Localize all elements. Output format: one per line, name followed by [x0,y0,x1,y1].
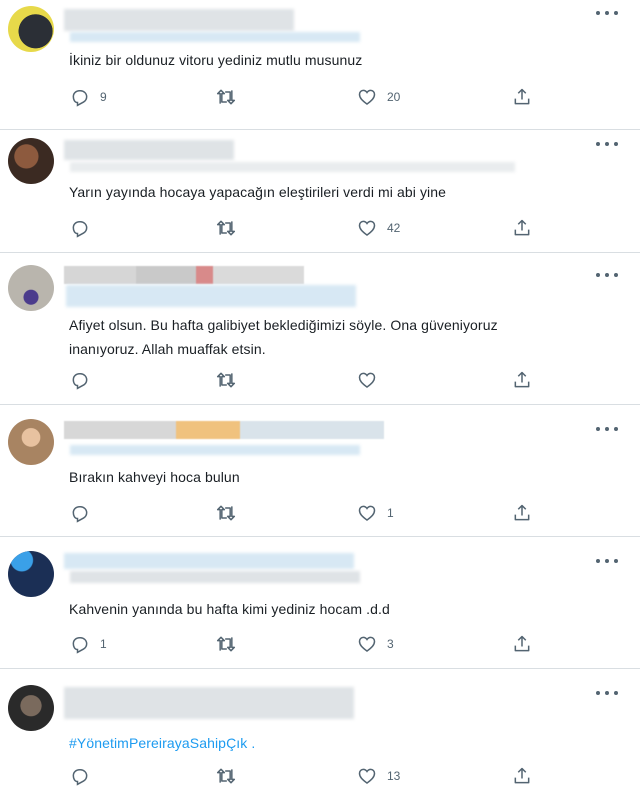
share-icon [514,767,530,784]
tweet-actions: 9 20 [70,86,540,108]
share-button[interactable] [512,765,532,787]
username-blurred [64,140,234,160]
tweet-text: Bırakın kahveyi hoca bulun [69,469,240,485]
reply-count: 1 [100,637,107,651]
retweet-icon [216,505,236,521]
share-icon [514,504,530,521]
heart-icon [358,505,376,522]
reply-button[interactable] [70,502,100,524]
avatar[interactable] [8,6,54,52]
like-count: 13 [387,769,401,783]
retweet-icon [216,372,236,388]
like-button[interactable]: 20 [357,86,400,108]
reply-icon [72,221,88,238]
retweet-button[interactable] [216,369,246,391]
retweet-button[interactable] [216,633,246,655]
reply-button[interactable]: 1 [70,633,107,655]
share-button[interactable] [512,86,532,108]
like-count: 20 [387,90,401,104]
retweet-button[interactable] [216,217,246,239]
hashtag-link[interactable]: #YönetimPereirayaSahipÇık . [69,731,589,755]
tweet-actions: 42 [70,217,540,239]
reply-context-blurred [70,445,360,455]
more-options-icon[interactable] [596,138,618,150]
tweet-actions: 13 [70,765,540,787]
tweet-actions: 1 3 [70,633,540,655]
share-button[interactable] [512,217,532,239]
reply-button[interactable]: 9 [70,86,107,108]
username-blurred [64,266,304,284]
like-button[interactable]: 1 [357,502,394,524]
share-button[interactable] [512,369,532,391]
retweet-button[interactable] [216,86,246,108]
reply-context-blurred [70,571,360,583]
username-blurred [64,421,384,439]
reply-context-blurred [66,285,356,307]
username-blurred [64,553,354,569]
like-count: 3 [387,637,394,651]
retweet-button[interactable] [216,502,246,524]
more-options-icon[interactable] [596,555,618,567]
reply-icon [72,373,88,390]
like-count: 42 [387,221,401,235]
tweet-text: İkiniz bir oldunuz vitoru yediniz mutlu … [69,52,363,68]
tweet[interactable]: Kahvenin yanında bu hafta kimi yediniz h… [0,537,640,669]
tweet[interactable]: Afiyet olsun. Bu hafta galibiyet bekledi… [0,253,640,405]
reply-button[interactable] [70,369,100,391]
heart-icon [358,89,376,106]
share-button[interactable] [512,502,532,524]
reply-button[interactable] [70,217,100,239]
avatar[interactable] [8,138,54,184]
username-blurred [64,687,354,719]
reply-context-blurred [70,32,360,42]
tweet[interactable]: Bırakın kahveyi hoca bulun 1 [0,405,640,537]
like-button[interactable]: 3 [357,633,394,655]
more-options-icon[interactable] [596,269,618,281]
reply-icon [72,637,88,654]
like-button[interactable]: 13 [357,765,400,787]
avatar[interactable] [8,551,54,597]
tweet[interactable]: İkiniz bir oldunuz vitoru yediniz mutlu … [0,0,640,130]
reply-icon [72,506,88,523]
share-icon [514,371,530,388]
tweet-text: Yarın yayında hocaya yapacağın eleştiril… [69,184,447,200]
avatar[interactable] [8,419,54,465]
reply-icon [72,769,88,786]
more-options-icon[interactable] [596,687,618,699]
tweet-actions [70,369,540,391]
retweet-button[interactable] [216,765,246,787]
share-icon [514,88,530,105]
retweet-icon [216,220,236,236]
retweet-icon [216,636,236,652]
retweet-icon [216,768,236,784]
tweet-text: Kahvenin yanında bu hafta kimi yediniz h… [69,601,390,617]
like-count: 1 [387,506,394,520]
more-options-icon[interactable] [596,423,618,435]
reply-icon [72,90,88,107]
tweet-text: Afiyet olsun. Bu hafta galibiyet bekledi… [69,317,498,357]
tweet-actions: 1 [70,502,540,524]
share-icon [514,219,530,236]
heart-icon [358,372,376,389]
username-blurred [64,9,294,31]
avatar[interactable] [8,685,54,731]
like-button[interactable]: 42 [357,217,400,239]
tweet[interactable]: #YönetimPereirayaSahipÇık . 13 [0,669,640,805]
share-button[interactable] [512,633,532,655]
reply-button[interactable] [70,765,100,787]
heart-icon [358,636,376,653]
retweet-icon [216,89,236,105]
heart-icon [358,220,376,237]
share-icon [514,635,530,652]
like-button[interactable] [357,369,387,391]
more-options-icon[interactable] [596,7,618,19]
avatar[interactable] [8,265,54,311]
reply-count: 9 [100,90,107,104]
reply-context-blurred [70,162,515,172]
tweet[interactable]: Yarın yayında hocaya yapacağın eleştiril… [0,130,640,253]
heart-icon [358,768,376,785]
